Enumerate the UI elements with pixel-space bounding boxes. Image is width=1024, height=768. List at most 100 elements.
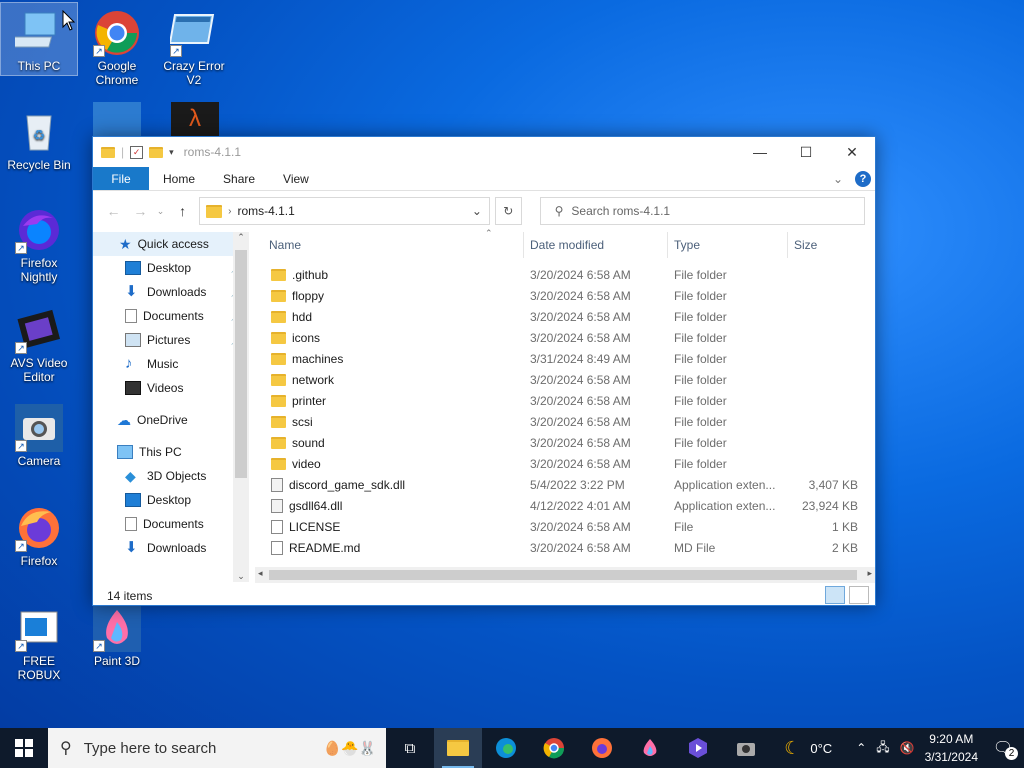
column-type[interactable]: Type [668,232,788,258]
volume-muted-icon[interactable]: 🔇 [900,741,915,755]
desktop-icon-chrome[interactable]: ↗ Google Chrome [79,3,155,87]
nav-item-3d-objects[interactable]: ◆ 3D Objects [93,464,249,488]
customize-toolbar-icon[interactable]: ▾ [169,147,174,158]
network-icon[interactable]: 🖧 [876,738,889,759]
taskbar-paint-3d[interactable] [626,728,674,768]
desktop-icon-firefox-nightly[interactable]: ↗ Firefox Nightly [1,200,77,284]
nav-item-music[interactable]: ♪ Music [93,352,249,376]
folder-icon [447,740,469,756]
scroll-down-icon[interactable]: ⌄ [233,571,249,582]
desktop-icon-crazy-error[interactable]: ↗ Crazy Error V2 [156,3,232,87]
address-bar[interactable]: › roms-4.1.1 ⌄ [199,197,490,225]
close-button[interactable]: ✕ [829,137,875,167]
nav-item-pc-downloads[interactable]: ⬇ Downloads [93,536,249,560]
minimize-button[interactable]: — [737,137,783,167]
file-row[interactable]: sound 3/20/2024 6:58 AM File folder [263,432,873,453]
expand-ribbon-icon[interactable]: ⌄ [833,172,843,186]
file-row[interactable]: .github 3/20/2024 6:58 AM File folder [263,264,873,285]
taskbar-search-box[interactable]: ⚲ Type here to search 🥚🐣🐰 [48,728,386,768]
desktop-icon-camera[interactable]: ↗ Camera [1,398,77,468]
refresh-button[interactable]: ↻ [494,197,522,225]
tab-view[interactable]: View [269,167,323,190]
taskbar-edge[interactable] [482,728,530,768]
file-row[interactable]: machines 3/31/2024 8:49 AM File folder [263,348,873,369]
file-row[interactable]: floppy 3/20/2024 6:58 AM File folder [263,285,873,306]
file-name: printer [292,393,327,408]
scroll-up-icon[interactable]: ⌃ [233,232,249,243]
properties-icon[interactable]: ✓ [130,145,144,159]
scrollbar-thumb[interactable] [269,570,857,580]
nav-item-desktop[interactable]: Desktop📌 [93,256,249,280]
chevron-down-icon[interactable]: ⌄ [465,204,489,218]
nav-quick-access[interactable]: ★ Quick access [93,232,249,256]
desktop-icon-avs-video-editor[interactable]: ↗ AVS Video Editor [1,300,77,384]
taskbar-firefox[interactable] [578,728,626,768]
nav-item-documents[interactable]: Documents📌 [93,304,249,328]
forward-button[interactable]: → [130,203,151,219]
desktop-icon-firefox[interactable]: ↗ Firefox [1,498,77,568]
new-folder-icon[interactable] [149,146,164,158]
nav-item-pc-documents[interactable]: Documents [93,512,249,536]
search-icon: ⚲ [60,740,72,757]
chevron-up-icon[interactable]: ⌃ [856,741,866,755]
large-icons-view-button[interactable] [849,586,869,604]
folder-icon [101,146,115,158]
file-row[interactable]: LICENSE 3/20/2024 6:58 AM File 1 KB [263,516,873,537]
column-date-modified[interactable]: Date modified [524,232,668,258]
shortcut-arrow-icon: ↗ [15,242,27,254]
nav-item-pictures[interactable]: Pictures📌 [93,328,249,352]
title-bar[interactable]: | ✓ ▾ roms-4.1.1 — ☐ ✕ [93,137,875,167]
file-row[interactable]: hdd 3/20/2024 6:58 AM File folder [263,306,873,327]
file-row[interactable]: printer 3/20/2024 6:58 AM File folder [263,390,873,411]
weather-temperature[interactable]: 0°C [810,741,832,756]
recent-locations-icon[interactable]: ⌄ [157,206,166,217]
horizontal-scrollbar[interactable]: ◂ ▸ [255,567,875,583]
maximize-button[interactable]: ☐ [783,137,829,167]
file-row[interactable]: gsdll64.dll 4/12/2022 4:01 AM Application … [263,495,873,516]
nav-this-pc[interactable]: This PC [93,440,249,464]
nav-item-downloads[interactable]: ⬇ Downloads📌 [93,280,249,304]
folder-icon [206,204,223,218]
tab-home[interactable]: Home [149,167,209,190]
file-row[interactable]: scsi 3/20/2024 6:58 AM File folder [263,411,873,432]
taskbar-chrome[interactable] [530,728,578,768]
notification-center-button[interactable]: 🗨 2 [988,738,1018,760]
up-button[interactable]: ↑ [172,203,193,219]
nav-item-videos[interactable]: Videos [93,376,249,400]
search-input[interactable]: ⚲ Search roms-4.1.1 [539,197,865,225]
scroll-right-icon[interactable]: ▸ [867,568,872,579]
taskbar-camera[interactable] [722,728,770,768]
desktop-icon-free-robux[interactable]: ↗ FREE ROBUX [1,598,77,682]
file-row[interactable]: README.md 3/20/2024 6:58 AM MD File 2 KB [263,537,873,558]
column-size[interactable]: Size [788,232,863,258]
desktop-icon-half-life-partial[interactable]: λ [171,102,219,136]
tab-file[interactable]: File [93,167,149,190]
taskbar-app-purple[interactable] [674,728,722,768]
start-button[interactable] [0,728,48,768]
nav-scrollbar[interactable]: ⌃ ⌄ [233,232,249,582]
nav-item-pc-desktop[interactable]: Desktop [93,488,249,512]
help-icon[interactable]: ? [855,170,871,187]
film-strip-icon: ↗ [15,306,63,354]
desktop-icon-mail-partial[interactable] [93,102,141,136]
tab-share[interactable]: Share [209,167,269,190]
folder-icon [271,415,286,428]
desktop-icon-paint-3d[interactable]: ↗ Paint 3D [79,598,155,668]
scrollbar-thumb[interactable] [235,250,247,478]
easter-eggs-icon: 🥚🐣🐰 [323,739,376,756]
task-view-button[interactable]: ⧉ [386,728,434,768]
moon-weather-icon[interactable]: ☾ [784,738,800,759]
file-row[interactable]: icons 3/20/2024 6:58 AM File folder [263,327,873,348]
scroll-left-icon[interactable]: ◂ [258,568,263,579]
taskbar-file-explorer[interactable] [434,728,482,768]
details-view-button[interactable] [825,586,845,604]
file-type: Application exten... [674,477,776,492]
file-row[interactable]: network 3/20/2024 6:58 AM File folder [263,369,873,390]
nav-onedrive[interactable]: ☁ OneDrive [93,408,249,432]
desktop-icon-recycle-bin[interactable]: ♻ Recycle Bin [1,102,77,172]
back-button[interactable]: ← [103,203,124,219]
file-row[interactable]: discord_game_sdk.dll 5/4/2022 3:22 PM Appl… [263,474,873,495]
shortcut-arrow-icon: ↗ [93,45,105,57]
file-row[interactable]: video 3/20/2024 6:58 AM File folder [263,453,873,474]
clock[interactable]: 9:20 AM 3/31/2024 [925,730,978,766]
